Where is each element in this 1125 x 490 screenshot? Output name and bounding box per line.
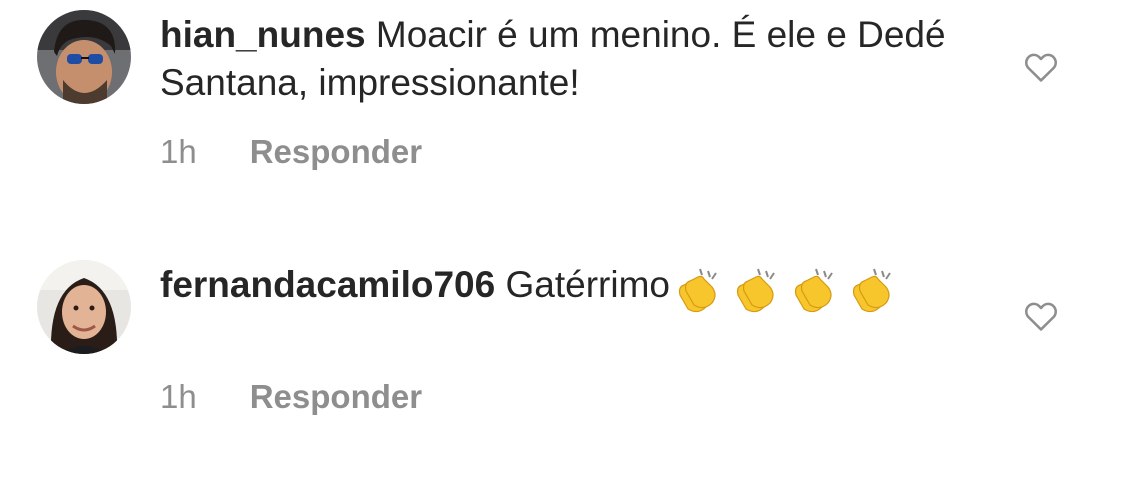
avatar-image — [37, 260, 131, 354]
avatar-image — [37, 10, 131, 104]
comment-meta: 1h Responder — [160, 133, 422, 171]
comment-username[interactable]: hian_nunes — [160, 14, 366, 55]
comment-time: 1h — [160, 378, 197, 415]
comment-meta: 1h Responder — [160, 378, 422, 416]
comment-text: fernandacamilo706 Gatérrimo — [160, 261, 970, 319]
comment-text: hian_nunes Moacir é um menino. É ele e D… — [160, 11, 970, 107]
clapping-hands-icon — [728, 267, 780, 319]
comment-message: Gatérrimo — [495, 264, 670, 305]
clapping-hands-icon — [844, 267, 896, 319]
clapping-hands-icon — [670, 267, 722, 319]
comment-username[interactable]: fernandacamilo706 — [160, 264, 495, 305]
comment-item: fernandacamilo706 Gatérrimo 1h Responder — [0, 245, 1125, 490]
user-avatar[interactable] — [37, 260, 131, 354]
comment-item: hian_nunes Moacir é um menino. É ele e D… — [0, 0, 1125, 245]
emoji-row — [670, 267, 902, 319]
heart-outline-icon[interactable] — [1022, 297, 1060, 335]
reply-button[interactable]: Responder — [250, 378, 422, 416]
clapping-hands-icon — [786, 267, 838, 319]
comment-time: 1h — [160, 133, 197, 170]
user-avatar[interactable] — [37, 10, 131, 104]
heart-outline-icon[interactable] — [1022, 48, 1060, 86]
reply-button[interactable]: Responder — [250, 133, 422, 171]
